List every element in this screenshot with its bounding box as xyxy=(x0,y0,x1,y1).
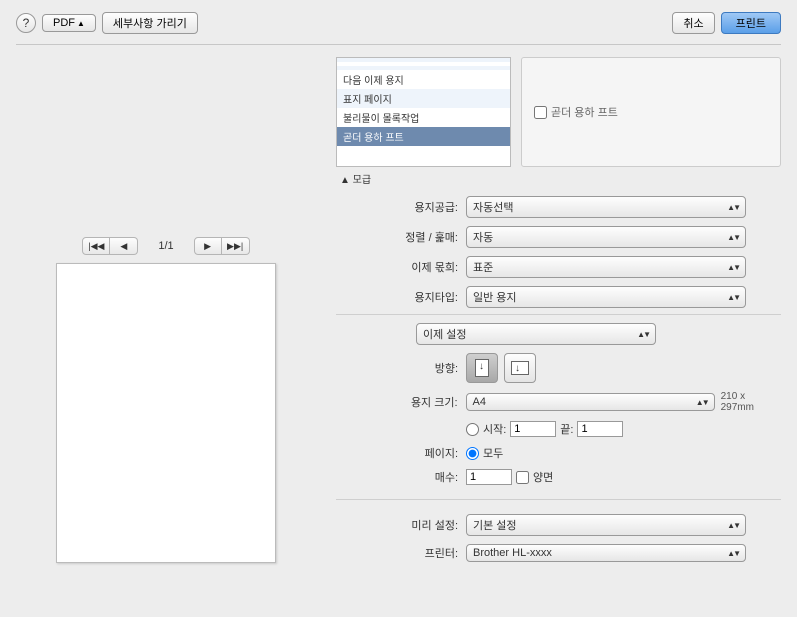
printer-label: 프린터: xyxy=(336,545,466,561)
preset-select[interactable]: 기본 설정▲▼ xyxy=(466,514,746,536)
sort-label: 정렬 / 훑매: xyxy=(336,229,466,245)
duplex-checkbox[interactable] xyxy=(516,471,529,484)
pages-to-input[interactable] xyxy=(577,421,623,437)
copies-input[interactable] xyxy=(466,469,512,485)
divider xyxy=(16,44,781,45)
page-indicator: 1/1 xyxy=(158,240,173,252)
last-page-button[interactable]: ▶▶| xyxy=(222,237,250,255)
list-item[interactable]: 표지 페이지 xyxy=(337,89,510,108)
print-button[interactable]: 프린트 xyxy=(721,12,781,34)
preview-nav: |◀◀ ◀ 1/1 ▶ ▶▶| xyxy=(16,237,316,255)
pages-label: 페이지: xyxy=(336,445,466,461)
from-label: 시작: xyxy=(483,421,506,437)
sort-select[interactable]: 자동▲▼ xyxy=(466,226,746,248)
printer-select[interactable]: Brother HL-xxxx▲▼ xyxy=(466,544,746,562)
section-toggle[interactable]: ▲ 모급 xyxy=(340,171,781,186)
list-item[interactable]: 다음 이제 용지 xyxy=(337,70,510,89)
option-panel: 곧더 용하 프트 xyxy=(521,57,781,167)
option-checkbox[interactable] xyxy=(534,106,547,119)
next-page-button[interactable]: ▶ xyxy=(194,237,222,255)
orientation-portrait[interactable] xyxy=(466,353,498,383)
help-button[interactable]: ? xyxy=(16,13,36,33)
orientation-label: 방향: xyxy=(336,360,466,376)
paper-dimensions: 210 x 297mm xyxy=(721,391,781,413)
duplex-label: 양면 xyxy=(533,469,553,485)
paper-type-label: 용지타입: xyxy=(336,289,466,305)
cancel-button[interactable]: 취소 xyxy=(672,12,714,34)
divider xyxy=(336,499,781,500)
copies-label: 매수: xyxy=(336,469,466,485)
pages-from-input[interactable] xyxy=(510,421,556,437)
quality-select[interactable]: 표준▲▼ xyxy=(466,256,746,278)
media-source-label: 용지공급: xyxy=(336,199,466,215)
media-source-select[interactable]: 자동선택▲▼ xyxy=(466,196,746,218)
prev-page-button[interactable]: ◀ xyxy=(110,237,138,255)
paper-size-label: 용지 크기: xyxy=(336,394,466,410)
first-page-button[interactable]: |◀◀ xyxy=(82,237,110,255)
orientation-landscape[interactable] xyxy=(504,353,536,383)
category-select[interactable]: 이제 설정▲▼ xyxy=(416,323,656,345)
preset-label: 미리 설정: xyxy=(336,517,466,533)
list-item[interactable]: 불리물이 몰록작업 xyxy=(337,108,510,127)
quality-label: 이제 몫희: xyxy=(336,259,466,275)
divider xyxy=(336,314,781,315)
hide-details-button[interactable]: 세부사항 가리기 xyxy=(102,12,198,34)
pdf-menu-button[interactable]: PDF▲ xyxy=(42,14,96,32)
pages-all-label: 모두 xyxy=(483,445,503,461)
pages-range-radio[interactable] xyxy=(466,423,479,436)
list-item[interactable]: 곧더 용하 프트 xyxy=(337,127,510,146)
preview-page xyxy=(56,263,276,563)
paper-size-select[interactable]: A4▲▼ xyxy=(466,393,715,411)
settings-list[interactable]: 다음 이제 용지표지 페이지불리물이 몰록작업곧더 용하 프트 xyxy=(336,57,511,167)
to-label: 끝: xyxy=(560,421,573,437)
pages-all-radio[interactable] xyxy=(466,447,479,460)
option-label: 곧더 용하 프트 xyxy=(551,104,618,120)
paper-type-select[interactable]: 일반 용지▲▼ xyxy=(466,286,746,308)
